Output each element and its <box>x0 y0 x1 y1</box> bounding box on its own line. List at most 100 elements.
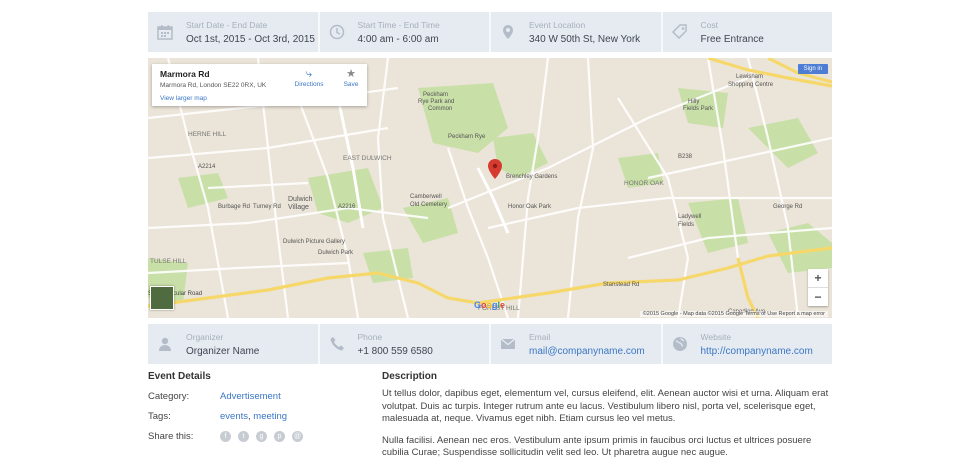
tag-icon <box>671 24 687 40</box>
sign-in-button[interactable]: Sign in <box>797 64 828 74</box>
share-label: Share this: <box>148 430 194 442</box>
facebook-icon[interactable]: f <box>220 431 231 442</box>
svg-text:TULSE HILL: TULSE HILL <box>150 258 187 265</box>
event-map[interactable]: Peckham Rye Park and Common EAST DULWICH… <box>148 58 832 318</box>
svg-text:Dulwich: Dulwich <box>288 196 313 203</box>
tags-row: Tags: events, meeting <box>148 406 368 426</box>
description-heading: Description <box>382 371 438 382</box>
place-title: Marmora Rd <box>160 69 210 79</box>
save-label: Save <box>343 81 359 88</box>
google-logo: Google <box>474 300 506 310</box>
user-icon <box>159 337 171 351</box>
share-row: Share this: f t g p @ <box>148 426 368 446</box>
directions-label: Directions <box>294 81 324 88</box>
website: Website http://companyname.com <box>663 324 833 364</box>
zoom-controls: + − <box>808 269 828 306</box>
view-larger-map-link[interactable]: View larger map <box>160 95 207 102</box>
organizer-info-bar: Organizer Organizer Name Phone +1 800 559 … <box>148 324 832 364</box>
place-info-card: Marmora Rd Marmora Rd, London SE22 0RX, … <box>152 64 367 106</box>
svg-text:Ladywell: Ladywell <box>678 214 701 220</box>
svg-text:B238: B238 <box>678 154 693 160</box>
times-label: Start Time - End Time <box>357 19 440 30</box>
svg-text:HERNE HILL: HERNE HILL <box>188 131 227 138</box>
map-attribution: ©2015 Google - Map data ©2015 Google Ter… <box>639 311 828 317</box>
website-link[interactable]: http://companyname.com <box>701 345 813 358</box>
phone-icon <box>330 337 344 351</box>
svg-text:Peckham: Peckham <box>423 92 448 98</box>
event-times: Start Time - End Time 4:00 am - 6:00 am <box>320 12 491 52</box>
svg-text:A2214: A2214 <box>198 164 216 170</box>
cost-value: Free Entrance <box>700 33 764 45</box>
email: Email mail@companyname.com <box>491 324 663 364</box>
svg-text:Peckham Rye: Peckham Rye <box>448 134 486 140</box>
times-value: 4:00 am - 6:00 am <box>357 33 439 45</box>
category-link[interactable]: Advertisement <box>220 391 281 402</box>
directions-icon: ⤷ <box>305 68 313 80</box>
category-row: Category: Advertisement <box>148 386 368 406</box>
organizer: Organizer Organizer Name <box>148 324 320 364</box>
pinterest-icon[interactable]: p <box>274 431 285 442</box>
svg-text:Shopping Centre: Shopping Centre <box>728 82 774 88</box>
svg-text:Fields Park: Fields Park <box>683 106 714 112</box>
svg-text:Camberwell: Camberwell <box>410 194 442 200</box>
svg-text:Brenchley Gardens: Brenchley Gardens <box>506 174 557 180</box>
satellite-toggle[interactable] <box>150 286 174 310</box>
category-label: Category: <box>148 390 190 402</box>
directions-button[interactable]: ⤷ Directions <box>290 68 328 88</box>
description-paragraph-2: Nulla facilisi. Aenean nec eros. Vestibu… <box>382 434 812 459</box>
svg-text:Village: Village <box>288 204 309 211</box>
tag-meeting-link[interactable]: meeting <box>253 411 287 422</box>
svg-text:A2216: A2216 <box>338 204 356 210</box>
google-plus-icon[interactable]: g <box>256 431 267 442</box>
calendar-icon <box>157 25 173 40</box>
svg-text:Hilly: Hilly <box>688 99 699 105</box>
tag-events-link[interactable]: events <box>220 411 248 422</box>
organizer-label: Organizer <box>186 331 224 342</box>
svg-text:Lewisham: Lewisham <box>736 74 763 80</box>
svg-text:HONOR OAK: HONOR OAK <box>624 180 664 187</box>
dates-value: Oct 1st, 2015 - Oct 3rd, 2015 <box>186 33 315 45</box>
location-pin-icon <box>503 25 513 39</box>
location-label: Event Location <box>529 19 586 30</box>
phone-label: Phone <box>357 331 383 342</box>
zoom-in-button[interactable]: + <box>808 269 828 288</box>
svg-text:Common: Common <box>428 106 452 112</box>
svg-text:George Rd: George Rd <box>773 204 802 210</box>
svg-text:EAST DULWICH: EAST DULWICH <box>343 155 392 162</box>
event-info-bar: Start Date - End Date Oct 1st, 2015 - Oct… <box>148 12 832 52</box>
event-cost: Cost Free Entrance <box>663 12 833 52</box>
svg-text:Burbage Rd: Burbage Rd <box>218 204 250 210</box>
svg-text:Old Cemetery: Old Cemetery <box>410 202 447 208</box>
website-label: Website <box>700 331 732 342</box>
description-paragraph-1: Ut tellus dolor, dapibus eget, elementum… <box>382 388 829 424</box>
twitter-icon[interactable]: t <box>238 431 249 442</box>
tag-separator: , <box>248 410 251 422</box>
svg-text:Rye Park and: Rye Park and <box>418 99 454 105</box>
event-dates: Start Date - End Date Oct 1st, 2015 - Oct… <box>148 12 320 52</box>
place-address: Marmora Rd, London SE22 0RX, UK <box>160 82 267 89</box>
star-icon: ★ <box>346 68 356 80</box>
save-button[interactable]: ★ Save <box>338 68 364 88</box>
phone: Phone +1 800 559 6580 <box>320 324 491 364</box>
zoom-out-button[interactable]: − <box>808 288 828 306</box>
event-details: Event Details Category: Advertisement Ta… <box>148 371 368 446</box>
svg-text:Fields: Fields <box>678 222 694 228</box>
event-details-heading: Event Details <box>148 371 211 382</box>
location-value: 340 W 50th St, New York <box>529 33 641 45</box>
svg-text:Honor Oak Park: Honor Oak Park <box>508 204 552 210</box>
svg-text:Dulwich Park: Dulwich Park <box>318 250 354 256</box>
tags-label: Tags: <box>148 410 171 422</box>
email-link[interactable]: mail@companyname.com <box>529 345 645 358</box>
email-share-icon[interactable]: @ <box>292 431 303 442</box>
email-label: Email <box>529 331 551 342</box>
description: Description Ut tellus dolor, dapibus ege… <box>382 371 832 460</box>
svg-text:Stanstead Rd: Stanstead Rd <box>603 282 639 288</box>
dates-label: Start Date - End Date <box>186 19 268 30</box>
event-location: Event Location 340 W 50th St, New York <box>491 12 663 52</box>
globe-icon <box>672 337 687 351</box>
svg-text:Turney Rd: Turney Rd <box>253 204 281 210</box>
cost-label: Cost <box>700 19 718 30</box>
email-icon <box>500 338 516 349</box>
organizer-value: Organizer Name <box>186 345 260 357</box>
clock-icon <box>329 24 344 40</box>
